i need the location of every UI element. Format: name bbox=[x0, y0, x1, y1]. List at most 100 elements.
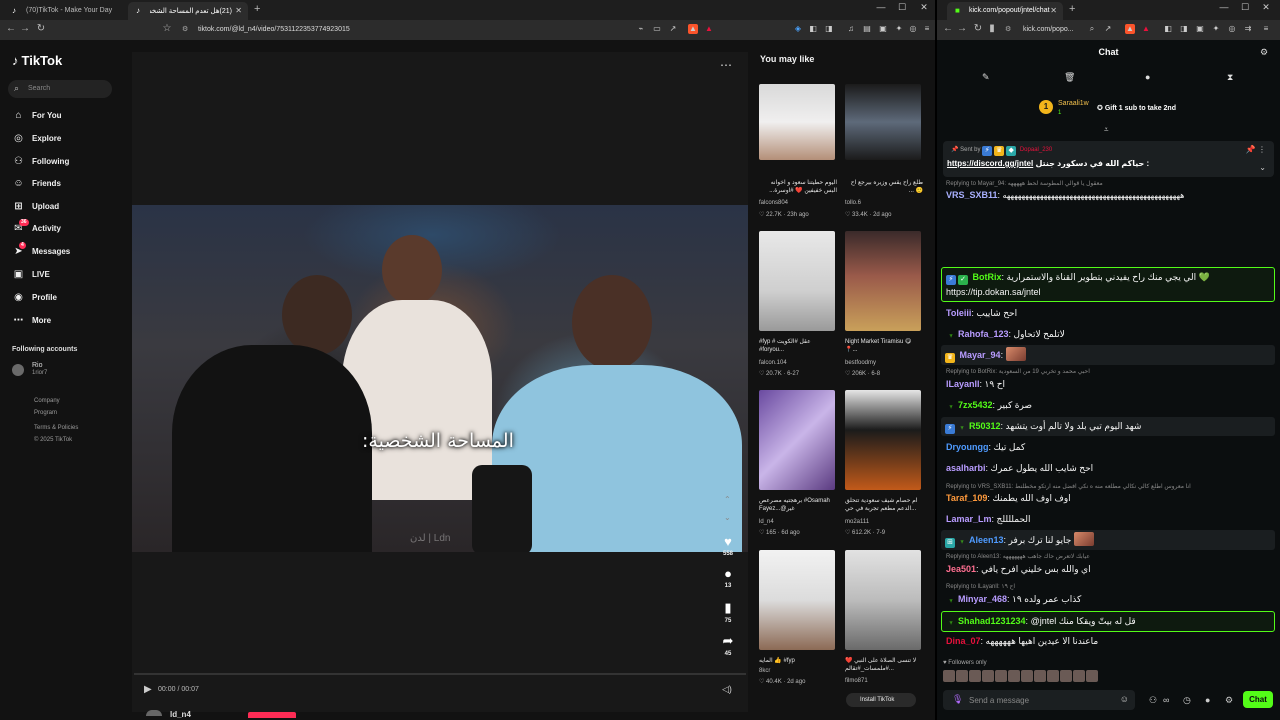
footer-link-terms[interactable]: Terms & Policies bbox=[34, 425, 78, 431]
more-options-icon[interactable]: ⋯ bbox=[720, 58, 733, 72]
forward-icon[interactable]: → bbox=[18, 23, 32, 34]
menu-icon[interactable]: ≡ bbox=[922, 24, 932, 34]
pin-icon[interactable]: ✎ bbox=[982, 72, 990, 83]
footer-link-program[interactable]: Program bbox=[34, 410, 57, 416]
expand-icon[interactable]: ⩡ bbox=[1104, 125, 1109, 135]
chat-username[interactable]: R50312 bbox=[969, 421, 1001, 431]
extension-icon[interactable]: ▣ bbox=[1195, 24, 1205, 34]
extension-icon[interactable]: ▣ bbox=[878, 24, 888, 34]
brave-shields-icon[interactable]: ▲ bbox=[1125, 24, 1135, 34]
gift-leaderboard[interactable]: 1 Saraali1w 1 ✪ Gift 1 sub to take 2nd ⩡ bbox=[937, 92, 1280, 135]
tab-tiktok-home[interactable]: ♪ (70)TikTok - Make Your Day bbox=[4, 2, 128, 20]
chat-username[interactable]: Toleiii bbox=[946, 308, 971, 318]
site-info-icon[interactable]: ⚙ bbox=[182, 25, 188, 33]
like-button[interactable]: ♥ 558 bbox=[715, 534, 741, 557]
chat-emote[interactable] bbox=[1008, 670, 1020, 682]
chat-emote[interactable] bbox=[1021, 670, 1033, 682]
video-frame[interactable]: المساحة الشخصية: لدن | Ldn bbox=[132, 205, 748, 552]
install-tiktok-button[interactable]: Install TikTok bbox=[846, 693, 916, 707]
chat-username[interactable]: lLayanll bbox=[946, 379, 980, 389]
site-info-icon[interactable]: ⚙ bbox=[1005, 25, 1011, 33]
chat-message[interactable]: ⊞ ♆ Aleen13: جايو لنا ترك برفر bbox=[941, 530, 1275, 550]
chat-message[interactable]: Toleiii: احح شاييب bbox=[946, 306, 1274, 320]
bookmark-icon[interactable]: ▮ bbox=[985, 23, 999, 34]
chat-username[interactable]: Shahad1231234 bbox=[958, 616, 1026, 626]
new-tab-button[interactable]: + bbox=[1069, 3, 1075, 15]
chat-message[interactable]: ♆ Rahofa_123: لاتلمح لاتحاول bbox=[946, 327, 1274, 342]
pin-actions[interactable]: 📌 ⋮ bbox=[1246, 145, 1266, 154]
brave-shields-icon[interactable]: ▲ bbox=[688, 24, 698, 34]
chat-emote[interactable] bbox=[1047, 670, 1059, 682]
recommended-video-card[interactable]: #fyp # عقل #الكويت #foryou... falcon.104… bbox=[759, 231, 835, 381]
chat-emote[interactable] bbox=[943, 670, 955, 682]
timer-icon[interactable]: ◷ bbox=[1183, 695, 1191, 706]
recommended-video-card[interactable]: المايه 👍 #fyp 8kcr ♡ 40.4K · 2d ago bbox=[759, 550, 835, 700]
zoom-icon[interactable]: ⌕ bbox=[1087, 24, 1097, 34]
infinity-icon[interactable]: ∞ bbox=[1163, 695, 1169, 705]
chat-username[interactable]: Dryoungg bbox=[946, 442, 989, 452]
author-avatar[interactable] bbox=[146, 710, 162, 716]
nav-more[interactable]: ⋯ More bbox=[12, 313, 122, 329]
address-bar[interactable]: ⚙ tiktok.com/@ld_n4/video/75311223537749… bbox=[176, 22, 626, 38]
chevron-up-icon[interactable]: ⌃ bbox=[724, 495, 731, 504]
chat-username[interactable]: Aleen13 bbox=[969, 535, 1004, 545]
following-account-item[interactable]: Rio 1rior7 bbox=[12, 362, 122, 380]
trash-icon[interactable]: 🗑 bbox=[1064, 72, 1075, 83]
chat-message-input[interactable]: 🎙 Send a message ☺ bbox=[943, 690, 1135, 710]
chat-username[interactable]: Minyar_468 bbox=[958, 594, 1007, 604]
forward-icon[interactable]: → bbox=[955, 23, 969, 34]
follow-button[interactable] bbox=[248, 712, 296, 718]
tiktok-logo[interactable]: ♪ TikTok bbox=[12, 53, 62, 68]
nav-live[interactable]: ▣ LIVE bbox=[12, 267, 122, 283]
tab-kick-chat[interactable]: ■ kick.com/popout/jntel/chat ✕ bbox=[947, 2, 1063, 20]
chat-username[interactable]: Jea501 bbox=[946, 564, 976, 574]
minimize-icon[interactable]: — bbox=[872, 2, 890, 12]
chat-message[interactable]: ⚡ ♆ R50312: شهد اليوم تبي بلد ولا تالم أوت… bbox=[941, 417, 1275, 436]
cast-icon[interactable]: ⌁ bbox=[636, 24, 646, 34]
chat-username[interactable]: Mayar_94 bbox=[960, 350, 1001, 360]
chat-username[interactable]: Dina_07 bbox=[946, 636, 981, 646]
close-window-icon[interactable]: ✕ bbox=[1257, 2, 1275, 13]
chat-emote[interactable] bbox=[1034, 670, 1046, 682]
chat-message[interactable]: Taraf_109: اوف اوف الله يطمنك bbox=[946, 491, 1274, 505]
maximize-icon[interactable]: ☐ bbox=[1236, 2, 1254, 13]
bookmark-icon[interactable]: ☆ bbox=[160, 23, 174, 34]
nav-explore[interactable]: ◎ Explore bbox=[12, 131, 122, 147]
extension-icon[interactable]: ♫ bbox=[846, 24, 856, 34]
rewards-icon[interactable]: ▲ bbox=[1141, 24, 1151, 34]
reader-icon[interactable]: ▤ bbox=[862, 24, 872, 34]
chat-message[interactable]: Lamar_Lm: الحمللللج bbox=[946, 512, 1274, 526]
wallet-icon[interactable]: ◎ bbox=[908, 24, 918, 34]
chat-message[interactable]: asalharbi: احح شايب الله يطول عمرك bbox=[946, 461, 1274, 475]
video-progress-bar[interactable] bbox=[134, 673, 746, 675]
chat-bubble-icon[interactable]: ● bbox=[1205, 695, 1210, 705]
extension-icon[interactable]: ◈ bbox=[793, 24, 803, 34]
chat-emote[interactable] bbox=[1086, 670, 1098, 682]
nav-upload[interactable]: ⊞ Upload bbox=[12, 199, 122, 215]
extensions-puzzle-icon[interactable]: ✦ bbox=[1211, 24, 1221, 34]
wallet-icon[interactable]: ◎ bbox=[1227, 24, 1237, 34]
minimize-icon[interactable]: — bbox=[1215, 2, 1233, 12]
nav-messages[interactable]: ➤ 4 Messages bbox=[12, 242, 122, 260]
chevron-down-icon[interactable]: ⌄ bbox=[1259, 163, 1266, 172]
tab-tiktok-video[interactable]: ♪ (21)هل تعدم المساحة الشخصية ✕ bbox=[128, 2, 248, 20]
nav-activity[interactable]: ✉ 36 Activity bbox=[12, 219, 122, 237]
quick-emote-row[interactable] bbox=[943, 670, 1099, 685]
screenshot-icon[interactable]: ▭ bbox=[652, 24, 662, 34]
chat-message-highlighted[interactable]: ⚡ ✓ BotRix: الي يجي منك راح يفيدني بتطوير… bbox=[941, 267, 1275, 302]
extension-icon[interactable]: ◧ bbox=[808, 24, 818, 34]
chat-username[interactable]: asalharbi bbox=[946, 463, 986, 473]
chat-username[interactable]: 7zx5432 bbox=[958, 400, 993, 410]
recommended-video-card[interactable]: لا تنسى الصلاة على النبي ❤️ #ملمسات_#تقا… bbox=[845, 550, 921, 700]
close-tab-icon[interactable]: ✕ bbox=[235, 6, 242, 15]
recommended-video-card[interactable]: طلع راح يقس وزيره بيرجع اح 🙂 ... tollo.6… bbox=[845, 84, 923, 234]
share-button[interactable]: ➦ 45 bbox=[715, 633, 741, 657]
chat-emote[interactable] bbox=[969, 670, 981, 682]
emoji-icon[interactable]: ☺ bbox=[1120, 694, 1129, 704]
chat-emote[interactable] bbox=[1073, 670, 1085, 682]
recommended-video-card[interactable]: ام حصام شيف سعودية تتحلق ...الدعم مطعم ت… bbox=[845, 390, 921, 540]
nav-friends[interactable]: ☺ Friends bbox=[12, 176, 122, 192]
chat-message[interactable]: ♆ 7zx5432: صرة كبير bbox=[946, 398, 1274, 413]
extension-icon[interactable]: ◧ bbox=[1163, 24, 1173, 34]
nav-following[interactable]: ⚇ Following bbox=[12, 154, 122, 170]
